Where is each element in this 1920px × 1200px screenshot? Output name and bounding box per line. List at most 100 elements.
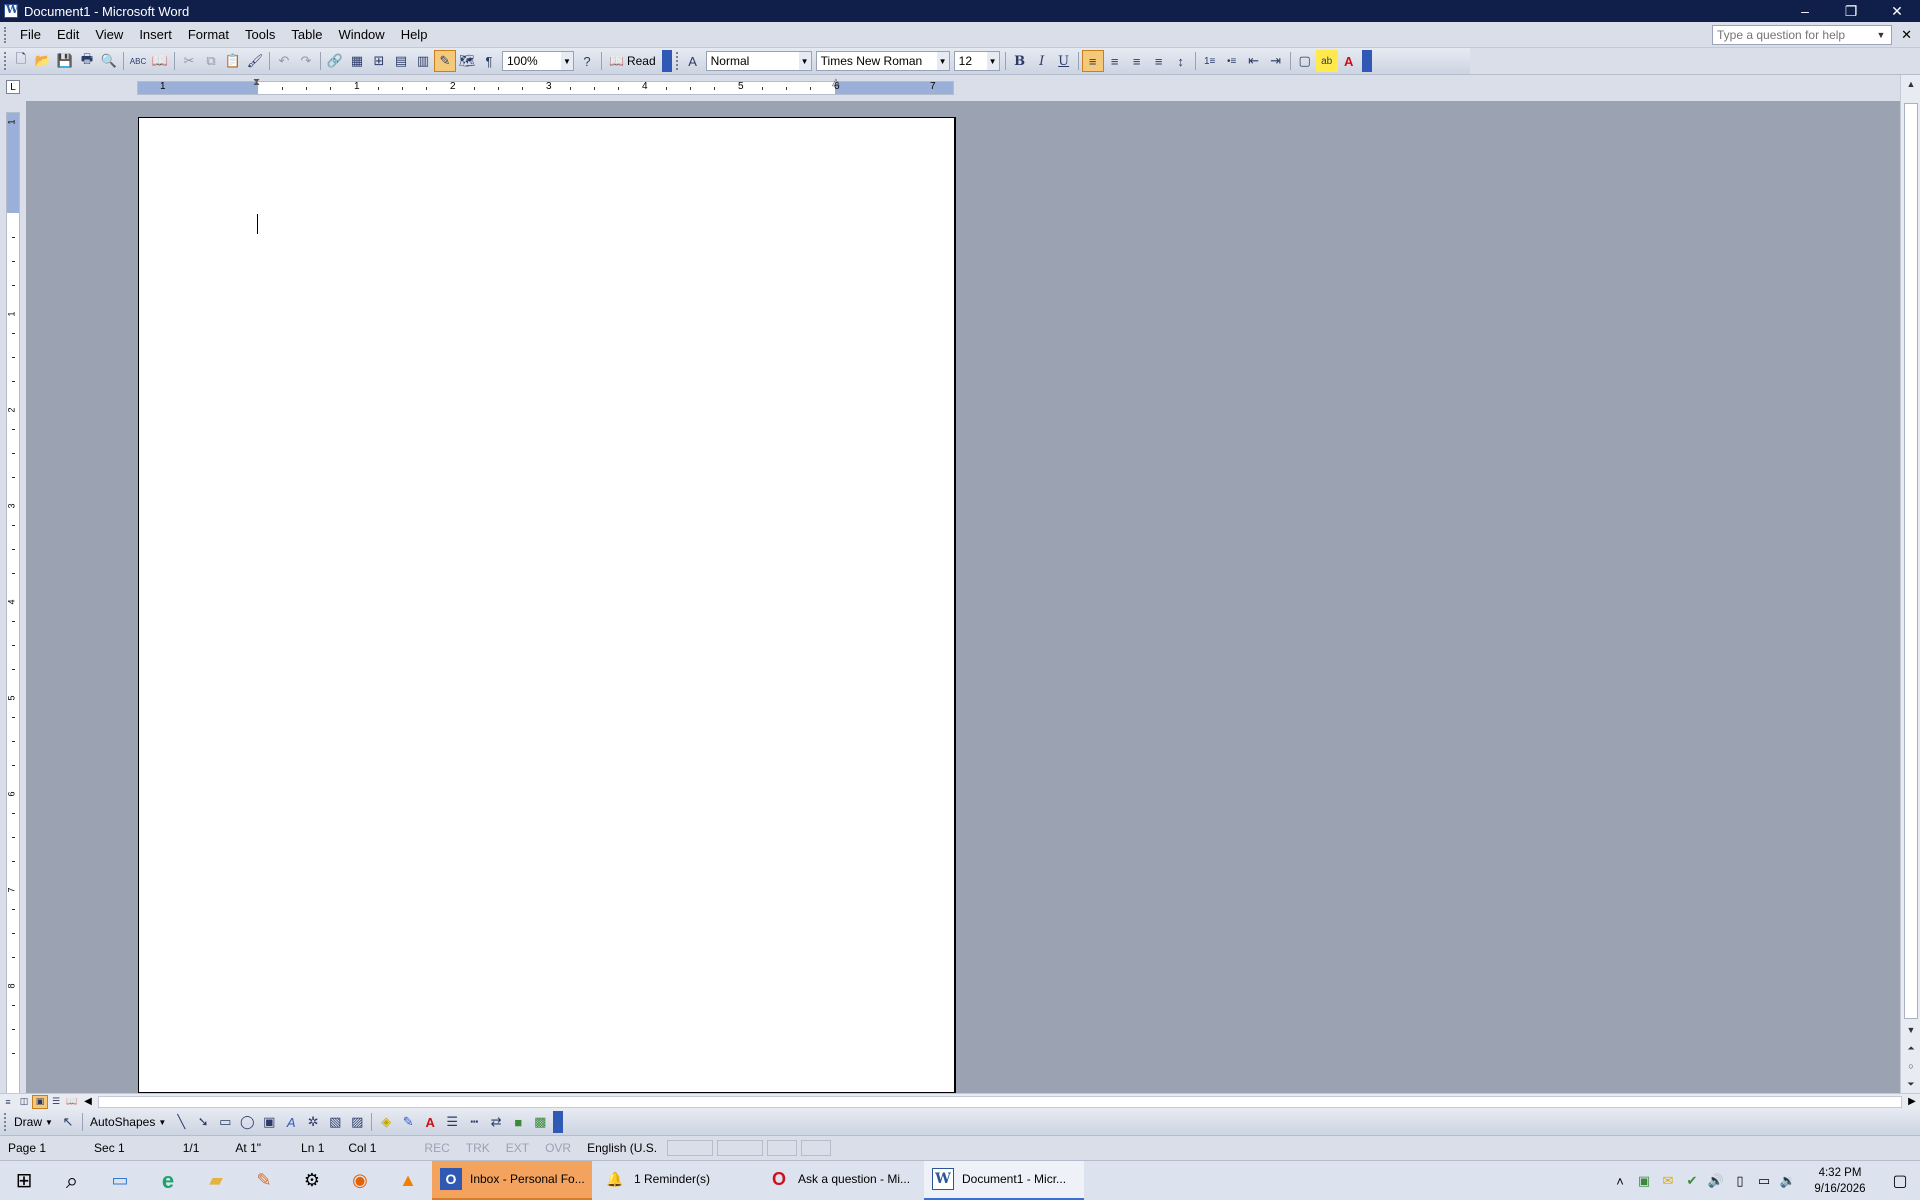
toolbar-grip[interactable] — [675, 52, 679, 70]
justify-icon[interactable]: ≡ — [1148, 50, 1170, 72]
status-trk[interactable]: TRK — [458, 1141, 498, 1155]
word-app-icon[interactable] — [4, 3, 18, 18]
autoshapes-menu-button[interactable]: AutoShapes ▼ — [86, 1111, 170, 1133]
arrow-style-icon[interactable]: ⇄ — [485, 1111, 507, 1133]
tab-selector[interactable]: L — [6, 80, 20, 94]
paint-icon[interactable]: ✎ — [240, 1161, 288, 1200]
menu-view[interactable]: View — [87, 22, 131, 48]
open-icon[interactable]: 📂 — [32, 50, 54, 72]
horizontal-ruler[interactable]: 1 1 2 3 4 5 6 7 ⧗ △ — [137, 77, 954, 95]
status-language[interactable]: English (U.S. — [579, 1141, 665, 1155]
align-left-icon[interactable]: ≡ — [1081, 50, 1104, 72]
task-view-icon[interactable]: ▭ — [96, 1161, 144, 1200]
line-color-icon[interactable]: ✎ — [397, 1111, 419, 1133]
scroll-right-icon[interactable]: ▶ — [1904, 1096, 1920, 1107]
menu-grip[interactable] — [4, 26, 8, 43]
file-explorer-icon[interactable]: ▰ — [192, 1161, 240, 1200]
format-painter-icon[interactable]: 🖌 — [244, 50, 266, 72]
document-map-icon[interactable]: 🗺 — [456, 50, 478, 72]
draw-font-color-icon[interactable]: A — [419, 1111, 441, 1133]
print-layout-view-icon[interactable]: ▣ — [32, 1094, 48, 1109]
picture-icon[interactable]: ▨ — [346, 1111, 368, 1133]
select-objects-icon[interactable]: ↖ — [57, 1111, 79, 1133]
rectangle-icon[interactable]: ▭ — [214, 1111, 236, 1133]
drawing-icon[interactable]: ✎ — [434, 50, 456, 72]
line-style-icon[interactable]: ☰ — [441, 1111, 463, 1133]
status-rec[interactable]: REC — [384, 1141, 457, 1155]
scroll-down-icon[interactable]: ▼ — [1901, 1021, 1920, 1039]
center-icon[interactable]: ≡ — [1104, 50, 1126, 72]
scroll-thumb[interactable] — [1904, 103, 1918, 1019]
decrease-indent-icon[interactable]: ⇤ — [1243, 50, 1265, 72]
copy-icon[interactable]: ⧉ — [200, 50, 222, 72]
start-button[interactable]: ⊞ — [0, 1161, 48, 1200]
toolbar-options-button[interactable] — [661, 50, 672, 72]
new-icon[interactable]: 🗋 — [10, 50, 32, 72]
print-preview-icon[interactable]: 🔍 — [98, 50, 120, 72]
wordart-icon[interactable]: A — [280, 1111, 302, 1133]
next-page-icon[interactable]: ⏷ — [1901, 1075, 1920, 1093]
document-page[interactable] — [138, 117, 956, 1093]
toolbar-options-button[interactable] — [553, 1111, 564, 1133]
style-dropdown-icon[interactable]: ▼ — [798, 52, 811, 70]
volume-icon[interactable]: 🔊 — [1704, 1173, 1728, 1189]
vlc-icon[interactable]: ▲ — [384, 1161, 432, 1200]
vertical-ruler[interactable]: 1 1 2 3 4 5 6 7 8 — [6, 112, 20, 1094]
right-indent-marker[interactable]: △ — [832, 77, 842, 99]
insert-table-icon[interactable]: ⊞ — [368, 50, 390, 72]
menu-file[interactable]: File — [12, 22, 49, 48]
taskbar-reminders[interactable]: 🔔 1 Reminder(s) — [596, 1161, 756, 1200]
show-hide-icon[interactable]: ¶ — [478, 50, 500, 72]
network-icon[interactable]: ▭ — [1752, 1173, 1776, 1189]
font-color-icon[interactable]: A — [1338, 50, 1360, 72]
save-icon[interactable]: 💾 — [54, 50, 76, 72]
scroll-left-icon[interactable]: ◀ — [80, 1096, 96, 1107]
font-dropdown-icon[interactable]: ▼ — [936, 52, 949, 70]
cut-icon[interactable]: ✂ — [178, 50, 200, 72]
highlight-icon[interactable]: ab — [1315, 50, 1338, 72]
arrow-icon[interactable]: ➘ — [192, 1111, 214, 1133]
help-search-input[interactable] — [1713, 26, 1873, 44]
menu-window[interactable]: Window — [330, 22, 392, 48]
menu-edit[interactable]: Edit — [49, 22, 87, 48]
hyperlink-icon[interactable]: 🔗 — [324, 50, 346, 72]
scroll-up-icon[interactable]: ▲ — [1901, 75, 1920, 93]
taskbar-word-document[interactable]: W Document1 - Micr... — [924, 1160, 1084, 1200]
numbering-icon[interactable]: 1≡ — [1199, 50, 1221, 72]
status-ovr[interactable]: OVR — [537, 1141, 579, 1155]
minimize-button[interactable]: – — [1782, 0, 1828, 22]
oval-icon[interactable]: ◯ — [236, 1111, 258, 1133]
italic-button[interactable]: I — [1031, 50, 1053, 72]
menu-insert[interactable]: Insert — [131, 22, 180, 48]
font-combo[interactable]: Times New Roman ▼ — [815, 51, 950, 71]
align-right-icon[interactable]: ≡ — [1126, 50, 1148, 72]
dash-style-icon[interactable]: ┅ — [463, 1111, 485, 1133]
3d-style-icon[interactable]: ▩ — [529, 1111, 551, 1133]
draw-menu-button[interactable]: Draw ▼ — [10, 1111, 57, 1133]
shadow-style-icon[interactable]: ■ — [507, 1111, 529, 1133]
usb-icon[interactable]: ▯ — [1728, 1173, 1752, 1189]
print-icon[interactable]: 🖶 — [76, 50, 98, 72]
help-icon[interactable]: ? — [576, 50, 598, 72]
normal-view-icon[interactable]: ≡ — [0, 1095, 16, 1109]
close-document-button[interactable]: ✕ — [1901, 27, 1912, 43]
menu-tools[interactable]: Tools — [237, 22, 283, 48]
check-icon[interactable]: ✔ — [1680, 1173, 1704, 1189]
notification-center-icon[interactable]: ▢ — [1880, 1171, 1920, 1191]
border-icon[interactable]: ▢ — [1294, 50, 1316, 72]
insert-excel-icon[interactable]: ▤ — [390, 50, 412, 72]
clock[interactable]: 4:32 PM 9/16/2026 — [1800, 1165, 1880, 1197]
menu-help[interactable]: Help — [393, 22, 436, 48]
settings-icon[interactable]: ⚙ — [288, 1161, 336, 1200]
line-icon[interactable]: ╲ — [170, 1111, 192, 1133]
reading-layout-view-icon[interactable]: 📖 — [64, 1095, 80, 1109]
tray-app-icon[interactable]: ▣ — [1632, 1173, 1656, 1189]
select-browse-object-icon[interactable]: ○ — [1901, 1057, 1920, 1075]
diagram-icon[interactable]: ✲ — [302, 1111, 324, 1133]
tables-borders-icon[interactable]: ▦ — [346, 50, 368, 72]
firefox-icon[interactable]: ◉ — [336, 1161, 384, 1200]
search-icon[interactable]: ⌕ — [48, 1161, 96, 1200]
font-size-combo[interactable]: 12 ▼ — [953, 51, 1000, 71]
zoom-combo[interactable]: 100% ▼ — [502, 51, 574, 71]
underline-button[interactable]: U — [1053, 50, 1075, 72]
